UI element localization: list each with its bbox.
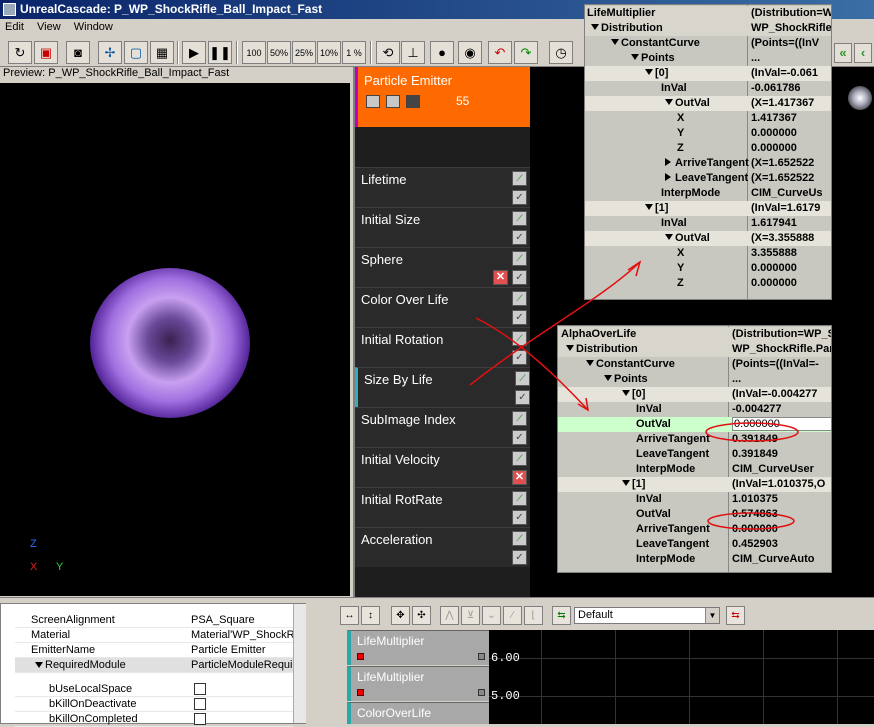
annotation-circle: [707, 512, 795, 530]
annotation-arrow: [469, 261, 641, 386]
annotation-circle: [705, 422, 799, 442]
annotation-overlay: [469, 260, 799, 530]
annotation-arrowhead: [627, 260, 642, 277]
annotation-arrow: [475, 317, 589, 411]
